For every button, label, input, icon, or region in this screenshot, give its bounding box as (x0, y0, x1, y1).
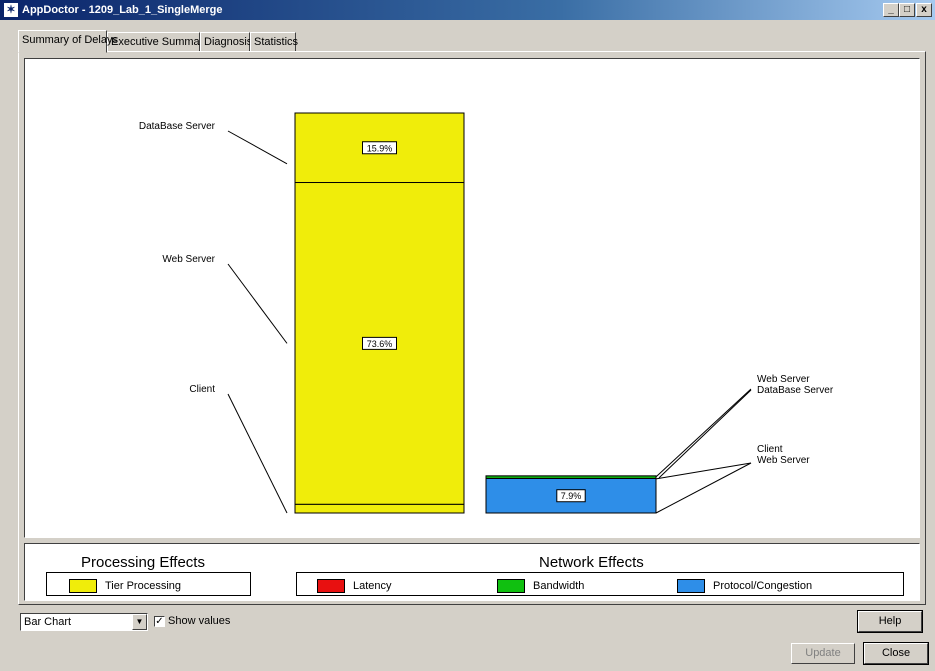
callout-line-database-server (227, 130, 288, 165)
minimize-button[interactable]: _ (883, 3, 899, 17)
legend-item-bandwidth: Bandwidth (497, 579, 584, 593)
legend-label: Bandwidth (533, 579, 585, 592)
processing-legend-box: Tier Processing (46, 572, 251, 596)
show-values-label[interactable]: Show values (168, 615, 230, 627)
callout-web-server: Web Server (162, 254, 215, 265)
callout-line-web-server (227, 263, 288, 344)
tier-processing-swatch (69, 579, 97, 593)
callout-line-network-upper (655, 388, 752, 478)
value-label: 7.9% (561, 491, 582, 501)
callout-database-server: DataBase Server (757, 385, 834, 396)
show-values-checkbox[interactable]: ✓ (154, 615, 165, 627)
processing-effects-title: Processing Effects (81, 554, 205, 571)
tab-diagnosis[interactable]: Diagnosis (200, 32, 252, 52)
legend-item-tier-processing: Tier Processing (69, 579, 181, 593)
callout-web-server: Web Server (757, 455, 810, 466)
legend-item-latency: Latency (317, 579, 392, 593)
legend-label: Latency (353, 579, 392, 592)
callout-web-server: Web Server (757, 374, 810, 385)
update-button[interactable]: Update (791, 643, 855, 664)
chart-type-value: Bar Chart (24, 616, 72, 628)
chevron-down-icon[interactable]: ▼ (132, 614, 147, 630)
delay-chart: 73.6% 15.9% 7.9% DataBase Server Web Server C… (24, 58, 920, 538)
callout-client: Client (757, 444, 783, 455)
close-window-button[interactable]: x (916, 3, 932, 17)
legend-label: Tier Processing (105, 579, 182, 592)
legend-item-protocol-congestion: Protocol/Congestion (677, 579, 812, 593)
tab-executive-summary[interactable]: Executive Summary (107, 32, 209, 52)
tab-statistics[interactable]: Statistics (250, 32, 298, 52)
network-effects-title: Network Effects (539, 554, 644, 571)
callout-database-server: DataBase Server (139, 121, 216, 132)
show-values-option[interactable]: ✓ Show values (154, 615, 230, 627)
title-bar: ✶ AppDoctor - 1209_Lab_1_SingleMerge _ □… (0, 0, 935, 20)
callout-line-client (227, 393, 288, 514)
close-button[interactable]: Close (863, 642, 929, 665)
chart-canvas: 73.6%15.9%7.9%DataBase ServerWeb ServerC… (139, 112, 834, 514)
bar-segment-client (294, 503, 465, 514)
maximize-button[interactable]: □ (899, 3, 915, 17)
help-button[interactable]: Help (857, 610, 923, 633)
bandwidth-swatch (497, 579, 525, 593)
tab-summary-of-delays[interactable]: Summary of Delays (18, 30, 118, 53)
legend-panel: Processing Effects Network Effects Tier … (24, 543, 920, 601)
network-legend-box: Latency Bandwidth Protocol/Congestion (296, 572, 904, 596)
protocol-congestion-swatch (677, 579, 705, 593)
chart-type-select[interactable]: Bar Chart ▼ (20, 613, 148, 631)
bar-segment-web-server-database-server (485, 475, 657, 479)
app-icon: ✶ (4, 3, 18, 17)
callout-client: Client (189, 384, 215, 395)
legend-label: Protocol/Congestion (713, 579, 813, 592)
value-label: 73.6% (367, 339, 393, 349)
callout-line-network-upper (658, 389, 752, 479)
latency-swatch (317, 579, 345, 593)
value-label: 15.9% (367, 143, 393, 153)
window-title: AppDoctor - 1209_Lab_1_SingleMerge (22, 4, 223, 16)
